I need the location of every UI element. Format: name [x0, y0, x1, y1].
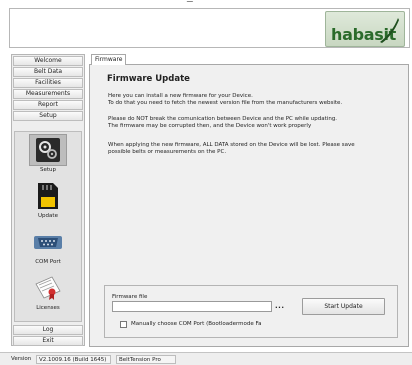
- manual-com-checkbox[interactable]: [120, 321, 127, 328]
- sidebar-item-facilities[interactable]: Facilities: [13, 78, 83, 88]
- version-value: V2.1009.16 (Build 1645): [36, 355, 111, 364]
- logo-swoosh-icon: [380, 18, 399, 43]
- serial-port-icon: [34, 236, 62, 249]
- app-header: habasit: [9, 8, 410, 48]
- tool-label: Update: [38, 213, 58, 219]
- tool-setup[interactable]: Setup: [15, 132, 81, 177]
- app-name: BeltTension Pro: [116, 355, 176, 364]
- sidebar-item-welcome[interactable]: Welcome: [13, 56, 83, 66]
- firmware-file-input[interactable]: [112, 301, 272, 312]
- intro-text-line-1: Here you can install a new firmware for …: [108, 93, 253, 99]
- sidebar-item-log[interactable]: Log: [13, 325, 83, 335]
- setup-tools-panel: Setup Update COM Port Licenses: [14, 131, 82, 322]
- memory-card-icon: [38, 183, 58, 209]
- firmware-file-label: Firmware file: [112, 294, 148, 300]
- firmware-file-group: Firmware file ... Start Update Manually …: [104, 285, 398, 338]
- tool-label: Setup: [39, 167, 56, 173]
- sidebar-item-belt-data[interactable]: Belt Data: [13, 67, 83, 77]
- status-bar: Version V2.1009.16 (Build 1645) BeltTens…: [0, 352, 412, 365]
- tool-label: COM Port: [35, 259, 61, 265]
- tool-com-port[interactable]: COM Port: [15, 224, 81, 269]
- gear-icon: [36, 138, 60, 162]
- tool-licenses[interactable]: Licenses: [15, 270, 81, 315]
- firmware-panel: Firmware Update Here you can install a n…: [89, 64, 409, 347]
- browse-button[interactable]: ...: [275, 302, 284, 310]
- page-title: Firmware Update: [107, 74, 190, 84]
- warning-text-line-1: Please do NOT break the comunication bet…: [108, 116, 338, 122]
- sidebar-item-report[interactable]: Report: [13, 100, 83, 110]
- tab-firmware[interactable]: Firmware: [91, 54, 126, 65]
- manual-com-label: Manually choose COM Port (Bootloadermode…: [131, 321, 262, 327]
- sidebar-item-exit[interactable]: Exit: [13, 336, 83, 346]
- version-label: Version: [11, 356, 32, 362]
- data-loss-text-line-2: possible belts or measurements on the PC…: [108, 149, 227, 155]
- intro-text-line-2: To do that you need to fetch the newest …: [108, 100, 343, 106]
- sidebar-item-measurements[interactable]: Measurements: [13, 89, 83, 99]
- sidebar: Welcome Belt Data Facilities Measurement…: [11, 54, 85, 346]
- sidebar-item-setup[interactable]: Setup: [13, 111, 83, 121]
- start-update-button[interactable]: Start Update: [302, 298, 385, 315]
- data-loss-text-line-1: When applying the new firmware, ALL DATA…: [108, 142, 355, 148]
- tool-label: Licenses: [36, 305, 60, 311]
- title-strip: [0, 0, 412, 8]
- certificate-icon: [35, 276, 61, 300]
- habasit-logo: habasit: [325, 11, 405, 47]
- tool-update[interactable]: Update: [15, 178, 81, 223]
- resize-grip-icon: [184, 1, 194, 5]
- warning-text-line-2: The firmware may be corrupted then, and …: [108, 123, 312, 129]
